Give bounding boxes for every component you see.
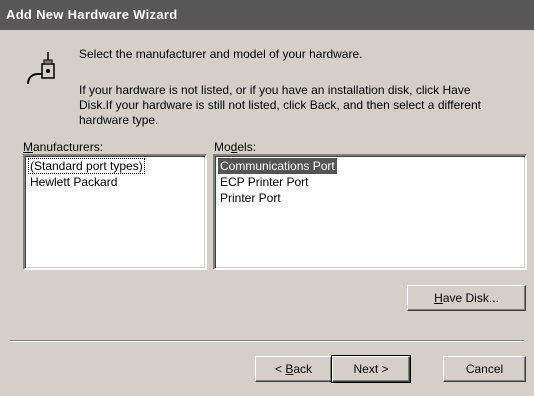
add-new-hardware-wizard-window: Add New Hardware Wizard Select the manuf… [0, 0, 534, 396]
manufacturers-label: Manufacturers: [23, 140, 104, 154]
model-item[interactable]: Communications Port [218, 158, 337, 174]
window-title: Add New Hardware Wizard [6, 7, 178, 22]
cancel-button[interactable]: Cancel [443, 356, 526, 382]
manufacturer-item[interactable]: Hewlett Packard [28, 175, 119, 189]
manufacturer-item[interactable]: (Standard port types) [28, 158, 145, 174]
manufacturers-listbox[interactable]: (Standard port types) Hewlett Packard [23, 154, 207, 270]
serial-cable-icon [27, 52, 55, 85]
separator [10, 340, 524, 342]
instruction-line-3: hardware type. [79, 113, 159, 127]
have-disk-button[interactable]: Have Disk... [407, 285, 526, 311]
instruction-prompt: Select the manufacturer and model of you… [79, 47, 363, 61]
instruction-line-1: If your hardware is not listed, or if yo… [79, 83, 471, 97]
model-item[interactable]: ECP Printer Port [218, 175, 310, 189]
models-listbox[interactable]: Communications Port ECP Printer Port Pri… [213, 154, 527, 270]
models-label: Models: [214, 140, 257, 154]
instruction-line-2: Disk.If your hardware is still not liste… [79, 98, 481, 112]
model-item[interactable]: Printer Port [218, 191, 283, 205]
title-bar[interactable]: Add New Hardware Wizard [0, 0, 534, 30]
next-button[interactable]: Next > [331, 355, 411, 383]
back-button[interactable]: < Back [255, 356, 332, 382]
